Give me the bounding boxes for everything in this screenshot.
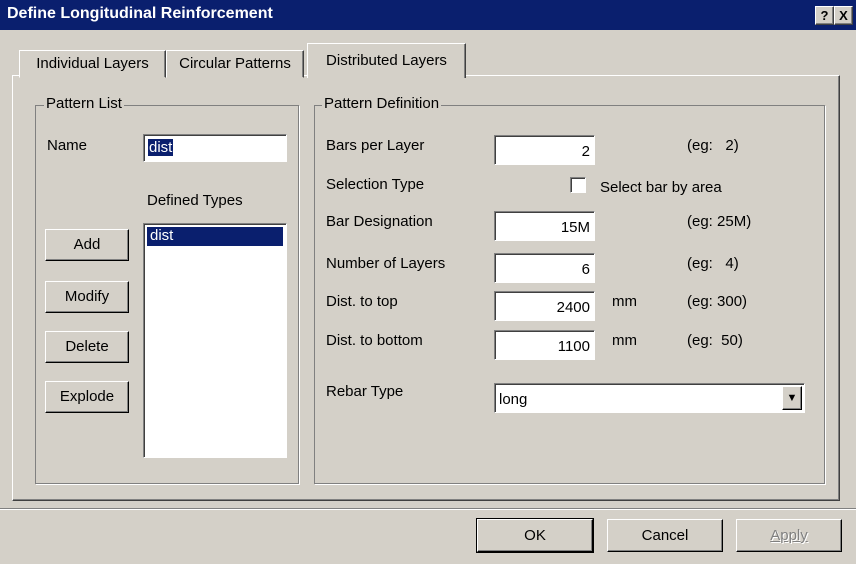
rebar-type-select[interactable]: long	[494, 383, 805, 413]
name-input[interactable]: dist	[143, 134, 287, 162]
bar-designation-input[interactable]: 15M	[494, 211, 595, 241]
dist-to-top-example: (eg: 300)	[687, 293, 748, 310]
list-item[interactable]: dist	[147, 227, 283, 246]
number-of-layers-example: (eg: 4)	[687, 255, 739, 272]
dist-to-bottom-unit: mm	[612, 332, 637, 349]
number-of-layers-input[interactable]: 6	[494, 253, 595, 283]
apply-button[interactable]: Apply	[736, 519, 842, 552]
selection-type-label: Selection Type	[326, 176, 425, 193]
explode-button[interactable]: Explode	[45, 381, 129, 413]
select-by-area-checkbox[interactable]	[570, 177, 586, 193]
help-icon[interactable]: ?	[815, 6, 834, 25]
bar-designation-example: (eg: 25M)	[687, 213, 752, 230]
dist-to-top-label: Dist. to top	[326, 293, 398, 310]
tab-individual-layers[interactable]: Individual Layers	[19, 50, 166, 78]
defined-types-list[interactable]: dist	[143, 223, 287, 458]
rebar-type-value: long	[499, 391, 528, 408]
dist-to-bottom-label: Dist. to bottom	[326, 332, 423, 349]
window-title: Define Longitudinal Reinforcement	[7, 5, 273, 22]
bars-per-layer-label: Bars per Layer	[326, 137, 425, 154]
dist-to-top-unit: mm	[612, 293, 637, 310]
bar-designation-label: Bar Designation	[326, 213, 433, 230]
ok-button[interactable]: OK	[476, 518, 594, 553]
name-value: dist	[148, 139, 174, 156]
name-label: Name	[47, 137, 88, 154]
dist-to-bottom-input[interactable]: 1100	[494, 330, 595, 360]
cancel-button[interactable]: Cancel	[607, 519, 723, 552]
rebar-type-label: Rebar Type	[326, 383, 404, 400]
dist-to-bottom-example: (eg: 50)	[687, 332, 743, 349]
bars-per-layer-example: (eg: 2)	[687, 137, 739, 154]
dist-to-top-input[interactable]: 2400	[494, 291, 595, 321]
bars-per-layer-input[interactable]: 2	[494, 135, 595, 165]
tab-circular-patterns[interactable]: Circular Patterns	[166, 50, 304, 78]
add-button[interactable]: Add	[45, 229, 129, 261]
select-by-area-label[interactable]: Select bar by area	[600, 179, 722, 196]
pattern-definition-legend: Pattern Definition	[322, 95, 442, 112]
modify-button[interactable]: Modify	[45, 281, 129, 313]
number-of-layers-label: Number of Layers	[326, 255, 446, 272]
defined-types-label: Defined Types	[147, 192, 243, 209]
delete-button[interactable]: Delete	[45, 331, 129, 363]
pattern-list-legend: Pattern List	[44, 95, 124, 112]
chevron-down-icon[interactable]: ▼	[782, 386, 802, 410]
tab-distributed-layers[interactable]: Distributed Layers	[307, 43, 466, 78]
close-icon[interactable]: X	[834, 6, 853, 25]
footer-separator	[0, 508, 856, 510]
